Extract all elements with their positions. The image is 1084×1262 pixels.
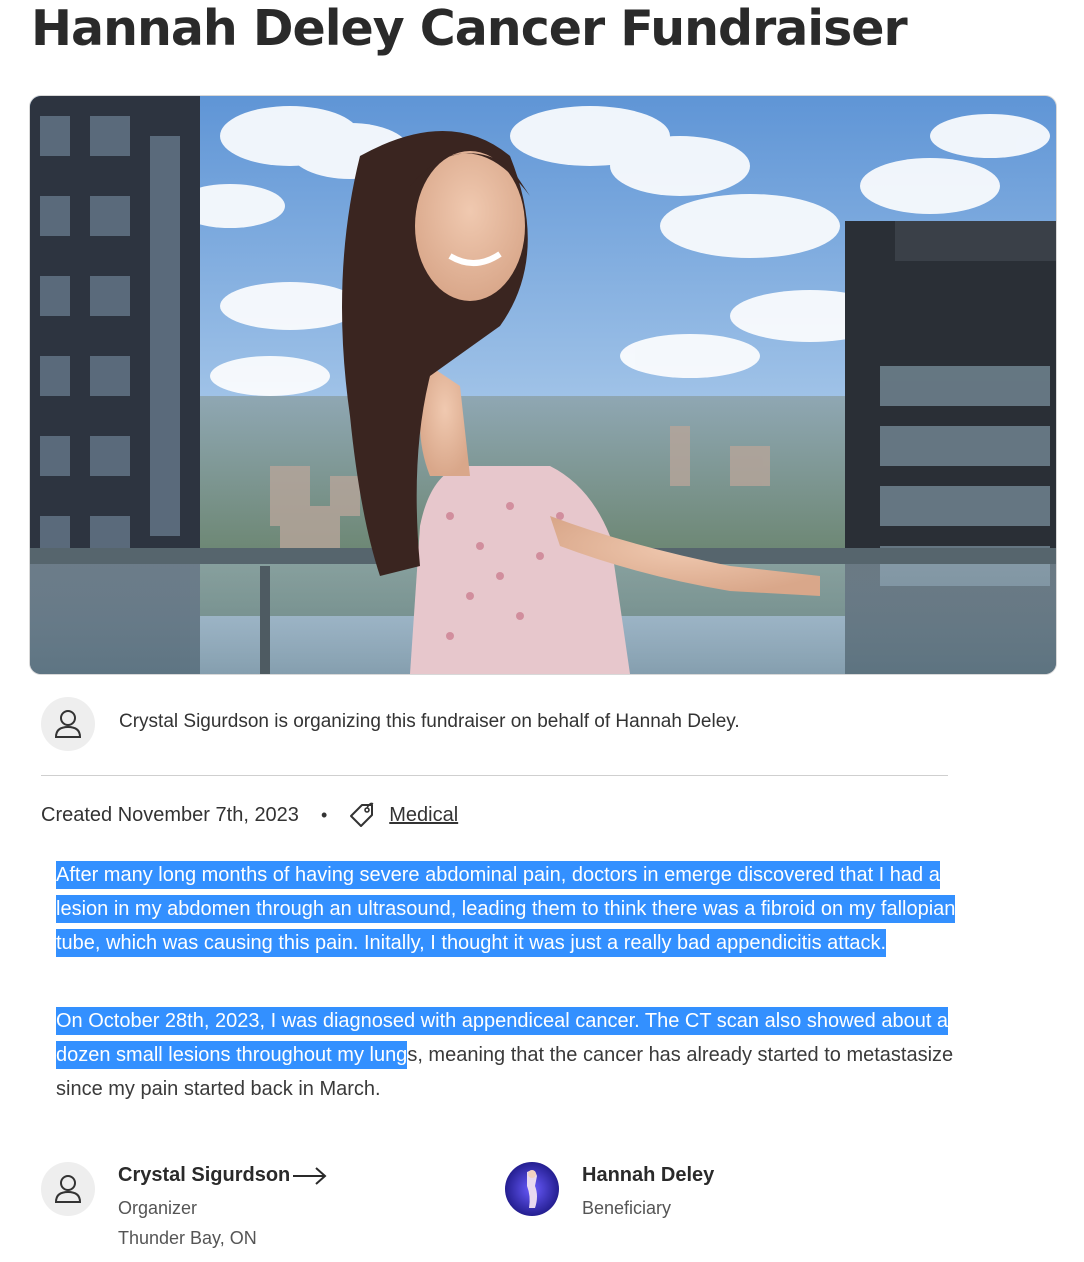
hero-photo-illustration bbox=[30, 96, 1056, 674]
arrow-right-icon bbox=[292, 1166, 328, 1186]
organizer-name-link[interactable]: Crystal Sigurdson bbox=[118, 1164, 328, 1187]
organizer-role: Organizer bbox=[118, 1198, 198, 1218]
tag-icon bbox=[347, 800, 377, 830]
beneficiary-name: Hannah Deley bbox=[582, 1164, 715, 1186]
page-title: Hannah Deley Cancer Fundraiser bbox=[31, 0, 908, 57]
user-icon bbox=[41, 697, 95, 751]
hero-image bbox=[29, 95, 1057, 675]
user-icon bbox=[41, 1162, 95, 1216]
organizer-location: Thunder Bay, ON bbox=[118, 1228, 257, 1248]
meta-separator: • bbox=[320, 804, 328, 825]
story-paragraph: After many long months of having severe … bbox=[56, 858, 956, 960]
story-paragraph: On October 28th, 2023, I was diagnosed w… bbox=[56, 1004, 956, 1106]
created-date: Created November 7th, 2023 bbox=[41, 803, 299, 826]
selected-text: After many long months of having severe … bbox=[56, 861, 956, 957]
story-body: After many long months of having severe … bbox=[56, 858, 956, 1106]
fundraiser-meta: Created November 7th, 2023 • Medical bbox=[41, 800, 458, 830]
category-link-medical[interactable]: Medical bbox=[389, 804, 458, 827]
beneficiary-role: Beneficiary bbox=[582, 1198, 672, 1218]
organizer-name: Crystal Sigurdson bbox=[118, 1164, 291, 1186]
organizer-notice-text: Crystal Sigurdson is organizing this fun… bbox=[119, 711, 740, 732]
beneficiary-avatar bbox=[505, 1162, 559, 1216]
organizer-notice: Crystal Sigurdson is organizing this fun… bbox=[41, 697, 948, 776]
